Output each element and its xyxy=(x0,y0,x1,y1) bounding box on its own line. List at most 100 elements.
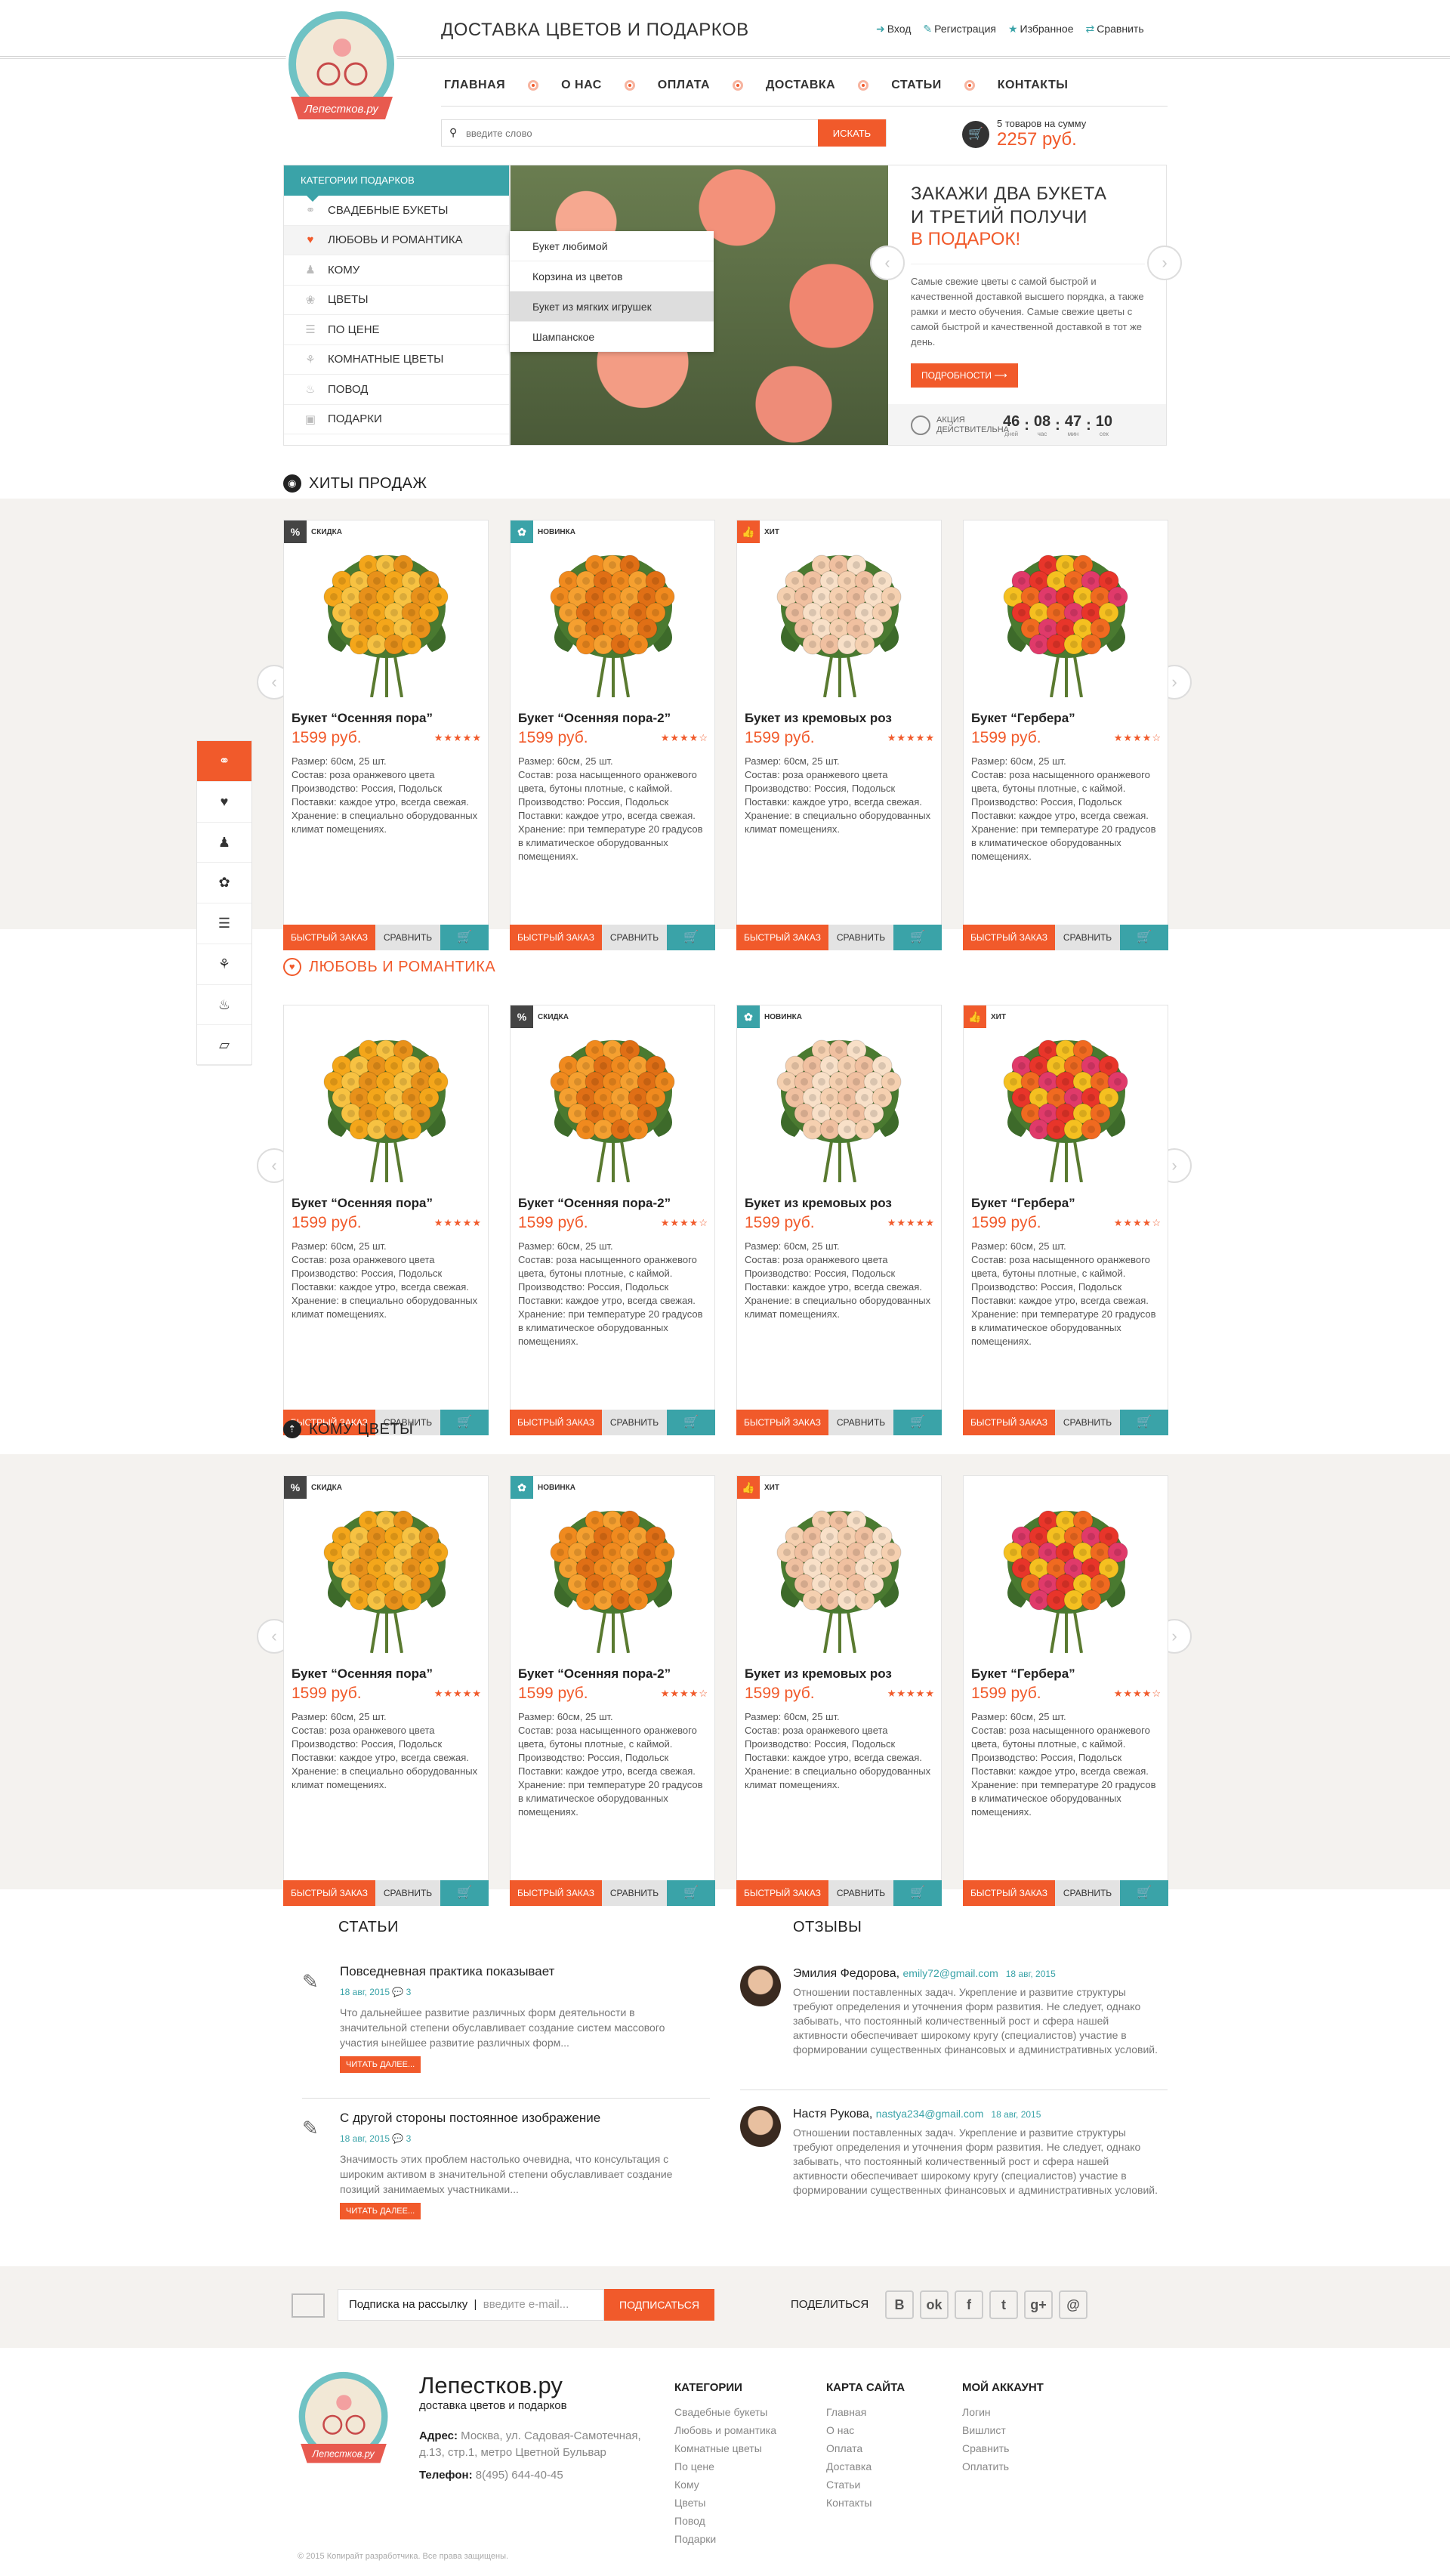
banner-prev-arrow[interactable]: ‹ xyxy=(870,246,905,280)
nav-item-5[interactable]: КОНТАКТЫ xyxy=(998,79,1069,92)
product-card[interactable]: % СКИДКА Букет “Осенняя пора” 1599 руб. ★★★★… xyxy=(283,520,489,950)
footer-link[interactable]: Комнатные цветы xyxy=(674,2439,776,2457)
coins-icon[interactable]: ☰ xyxy=(197,903,251,944)
quick-order-button[interactable]: БЫСТРЫЙ ЗАКАЗ xyxy=(736,925,828,950)
product-image[interactable] xyxy=(311,1024,462,1183)
rings-icon[interactable]: ⚭ xyxy=(197,741,251,782)
vk-icon[interactable]: В xyxy=(885,2290,914,2319)
flower-icon[interactable]: ✿ xyxy=(197,863,251,903)
quick-order-button[interactable]: БЫСТРЫЙ ЗАКАЗ xyxy=(510,1880,602,1906)
add-to-cart-icon[interactable]: 🛒 xyxy=(440,1410,489,1435)
product-image[interactable] xyxy=(538,1024,689,1183)
product-image[interactable] xyxy=(764,1494,915,1654)
person-icon[interactable]: ♟ xyxy=(197,823,251,863)
cart-summary[interactable]: 🛒 5 товаров на сумму 2257 руб. xyxy=(962,118,1086,150)
product-card[interactable]: Букет “Гербера” 1599 руб. ★★★★☆ Размер: 60с… xyxy=(963,1475,1168,1906)
add-to-cart-icon[interactable]: 🛒 xyxy=(1120,925,1168,950)
product-card[interactable]: % СКИДКА Букет “Осенняя пора-2” 1599 руб. ★★… xyxy=(510,1005,715,1435)
compare-button[interactable]: СРАВНИТЬ xyxy=(375,1880,440,1906)
nav-item-2[interactable]: ОПЛАТА xyxy=(658,79,710,92)
compare-button[interactable]: СРАВНИТЬ xyxy=(602,1880,667,1906)
subscribe-field[interactable]: Подписка на рассылку | введите e-mail... xyxy=(338,2289,604,2321)
mail-icon[interactable]: @ xyxy=(1059,2290,1088,2319)
submenu-item-0[interactable]: Букет любимой xyxy=(510,231,714,261)
compare-button[interactable]: СРАВНИТЬ xyxy=(1055,1410,1120,1435)
quick-order-button[interactable]: БЫСТРЫЙ ЗАКАЗ xyxy=(510,925,602,950)
facebook-icon[interactable]: f xyxy=(955,2290,983,2319)
article-title[interactable]: С другой стороны постоянное изображение xyxy=(340,2111,600,2126)
product-card[interactable]: ✿ НОВИНКА Букет “Осенняя пора-2” 1599 руб. ★… xyxy=(510,520,715,950)
add-to-cart-icon[interactable]: 🛒 xyxy=(893,1410,942,1435)
compare-button[interactable]: СРАВНИТЬ xyxy=(602,1410,667,1435)
product-name[interactable]: Букет “Осенняя пора” xyxy=(292,711,433,726)
quick-order-button[interactable]: БЫСТРЫЙ ЗАКАЗ xyxy=(283,925,375,950)
email-field[interactable]: введите e-mail... xyxy=(483,2298,569,2311)
top-link-3[interactable]: ⇄ Сравнить xyxy=(1086,23,1144,36)
quick-order-button[interactable]: БЫСТРЫЙ ЗАКАЗ xyxy=(963,1410,1055,1435)
footer-logo[interactable]: Лепестков.ру xyxy=(291,2368,396,2488)
add-to-cart-icon[interactable]: 🛒 xyxy=(893,925,942,950)
read-more-button[interactable]: ЧИТАТЬ ДАЛЕЕ... xyxy=(340,2203,421,2219)
compare-button[interactable]: СРАВНИТЬ xyxy=(1055,925,1120,950)
add-to-cart-icon[interactable]: 🛒 xyxy=(1120,1410,1168,1435)
add-to-cart-icon[interactable]: 🛒 xyxy=(440,925,489,950)
quick-order-button[interactable]: БЫСТРЫЙ ЗАКАЗ xyxy=(736,1880,828,1906)
product-card[interactable]: % СКИДКА Букет “Осенняя пора” 1599 руб. ★★★★… xyxy=(283,1475,489,1906)
google-plus-icon[interactable]: g+ xyxy=(1024,2290,1053,2319)
add-to-cart-icon[interactable]: 🛒 xyxy=(667,1410,715,1435)
subscribe-button[interactable]: ПОДПИСАТЬСЯ xyxy=(604,2289,714,2321)
read-more-button[interactable]: ЧИТАТЬ ДАЛЕЕ... xyxy=(340,2056,421,2073)
product-name[interactable]: Букет “Осенняя пора-2” xyxy=(518,1666,671,1682)
footer-link[interactable]: Подарки xyxy=(674,2530,776,2548)
product-name[interactable]: Букет “Осенняя пора-2” xyxy=(518,1196,671,1211)
submenu-item-3[interactable]: Шампанское xyxy=(510,322,714,352)
product-name[interactable]: Букет “Гербера” xyxy=(971,1196,1075,1211)
compare-button[interactable]: СРАВНИТЬ xyxy=(375,925,440,950)
promo-details-button[interactable]: ПОДРОБНОСТИ ⟶ xyxy=(911,363,1018,388)
article-title[interactable]: Повседневная практика показывает xyxy=(340,1964,554,1979)
compare-button[interactable]: СРАВНИТЬ xyxy=(828,925,893,950)
category-item-6[interactable]: ♨ ПОВОД xyxy=(284,375,509,405)
category-item-1[interactable]: ♥ ЛЮБОВЬ И РОМАНТИКА xyxy=(284,225,509,255)
submenu-item-1[interactable]: Корзина из цветов xyxy=(510,261,714,292)
product-image[interactable] xyxy=(538,539,689,698)
product-image[interactable] xyxy=(538,1494,689,1654)
top-link-0[interactable]: ➜ Вход xyxy=(876,23,911,36)
product-image[interactable] xyxy=(991,1024,1142,1183)
add-to-cart-icon[interactable]: 🛒 xyxy=(893,1880,942,1906)
twitter-icon[interactable]: t xyxy=(989,2290,1018,2319)
footer-link[interactable]: Главная xyxy=(826,2403,905,2421)
nav-item-0[interactable]: ГЛАВНАЯ xyxy=(444,79,505,92)
product-image[interactable] xyxy=(991,539,1142,698)
nav-item-4[interactable]: СТАТЬИ xyxy=(891,79,941,92)
category-item-5[interactable]: ⚘ КОМНАТНЫЕ ЦВЕТЫ xyxy=(284,345,509,375)
product-image[interactable] xyxy=(991,1494,1142,1654)
footer-link[interactable]: Повод xyxy=(674,2512,776,2530)
product-name[interactable]: Букет из кремовых роз xyxy=(745,711,892,726)
product-name[interactable]: Букет “Осенняя пора” xyxy=(292,1666,433,1682)
category-item-7[interactable]: ▣ ПОДАРКИ xyxy=(284,405,509,434)
product-card[interactable]: 👍 ХИТ Букет из кремовых роз 1599 руб. ★★★★★ Р… xyxy=(736,1475,942,1906)
cake-icon[interactable]: ♨ xyxy=(197,985,251,1026)
product-name[interactable]: Букет из кремовых роз xyxy=(745,1196,892,1211)
add-to-cart-icon[interactable]: 🛒 xyxy=(440,1880,489,1906)
gift-icon[interactable]: ▱ xyxy=(197,1025,251,1066)
odnoklassniki-icon[interactable]: ok xyxy=(920,2290,949,2319)
cart-icon[interactable]: 🛒 xyxy=(962,120,989,148)
compare-button[interactable]: СРАВНИТЬ xyxy=(828,1880,893,1906)
product-image[interactable] xyxy=(311,539,462,698)
footer-link[interactable]: Цветы xyxy=(674,2494,776,2512)
product-name[interactable]: Букет “Осенняя пора-2” xyxy=(518,711,671,726)
product-card[interactable]: 👍 ХИТ Букет из кремовых роз 1599 руб. ★★★★★ Р… xyxy=(736,520,942,950)
banner-next-arrow[interactable]: › xyxy=(1147,246,1182,280)
add-to-cart-icon[interactable]: 🛒 xyxy=(1120,1880,1168,1906)
product-card[interactable]: ✿ НОВИНКА Букет из кремовых роз 1599 руб. ★★… xyxy=(736,1005,942,1435)
product-name[interactable]: Букет “Гербера” xyxy=(971,1666,1075,1682)
search-button[interactable]: ИСКАТЬ xyxy=(818,119,886,147)
product-image[interactable] xyxy=(311,1494,462,1654)
add-to-cart-icon[interactable]: 🛒 xyxy=(667,1880,715,1906)
footer-link[interactable]: По цене xyxy=(674,2457,776,2476)
product-image[interactable] xyxy=(764,1024,915,1183)
add-to-cart-icon[interactable]: 🛒 xyxy=(667,925,715,950)
top-link-2[interactable]: ★ Избранное xyxy=(1008,23,1074,36)
